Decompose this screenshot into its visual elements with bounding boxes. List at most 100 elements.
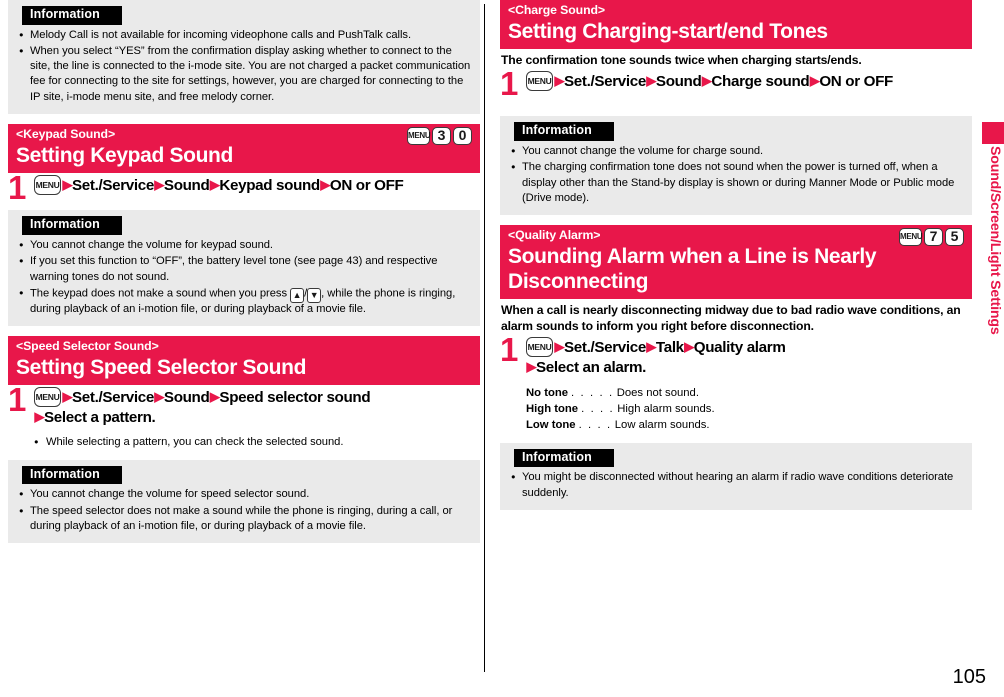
arrow-icon: ▶: [320, 177, 330, 193]
step-item: Charge sound: [711, 73, 810, 91]
info-box-keypad-sound: Information You cannot change the volume…: [8, 210, 480, 326]
step-number: 1: [500, 331, 519, 369]
info-title: Information: [22, 6, 122, 25]
section-lead-text: The confirmation tone sounds twice when …: [501, 53, 862, 68]
option-description: High alarm sounds.: [617, 402, 715, 415]
arrow-icon: ▶: [554, 339, 565, 355]
option-term: High tone: [526, 402, 579, 415]
up-arrow-key-icon: ▲: [290, 287, 305, 303]
step-number: 1: [500, 65, 519, 103]
info-box-charge-sound: Information You cannot change the volume…: [500, 116, 972, 216]
menu-key-icon: MENU: [526, 71, 553, 92]
step-item: Set./Service: [72, 389, 154, 407]
number-key-icon: 7: [924, 228, 943, 247]
arrow-icon: ▶: [62, 389, 73, 405]
number-key-icon: 0: [453, 127, 472, 146]
section-header-quality-alarm: <Quality Alarm> Sounding Alarm when a Li…: [500, 225, 972, 299]
step-speed-selector-sound: 1 MENU ▶Set./Service▶Sound▶Speed selector…: [8, 383, 480, 427]
info-bullet-list: You might be disconnected without hearin…: [508, 470, 964, 501]
sidebar-accent-bar: [982, 122, 1004, 144]
info-bullet: You might be disconnected without hearin…: [511, 470, 964, 501]
step-keypad-sound: 1 MENU ▶Set./Service▶Sound▶Keypad sound▶O…: [8, 171, 480, 204]
info-bullet: If you set this function to “OFF”, the b…: [19, 254, 472, 285]
arrow-icon: ▶: [154, 389, 164, 405]
option-term: No tone: [526, 386, 569, 399]
info-bullet: You cannot change the volume for keypad …: [19, 238, 472, 253]
step-number: 1: [8, 381, 27, 419]
alarm-options-list: No tone. . . . . Does not sound. High ton…: [526, 385, 972, 433]
step-item: Talk: [655, 339, 684, 357]
section-title: Setting Keypad Sound: [16, 144, 234, 168]
info-box-melody-call: Information Melody Call is not available…: [8, 0, 480, 115]
arrow-icon: ▶: [684, 339, 694, 355]
menu-key-icon: MENU: [34, 175, 61, 196]
menu-key-icon: MENU: [34, 387, 61, 408]
arrow-icon: ▶: [154, 177, 164, 193]
arrow-icon: ▶: [554, 73, 565, 89]
step-item: Speed selector sound: [219, 389, 371, 407]
info-bullet: When you select “YES” from the confirmat…: [19, 44, 472, 105]
section-lead-text: When a call is nearly disconnecting midw…: [501, 302, 961, 333]
section-title: Sounding Alarm when a Line is Nearly Dis…: [508, 245, 877, 293]
option-description: Does not sound.: [616, 386, 699, 399]
bullet-text-part1: The keypad does not make a sound when yo…: [30, 287, 291, 300]
step-item: ON or OFF: [819, 73, 893, 91]
shortcut-keys: MENU 7 5: [899, 228, 964, 247]
page-number: 105: [952, 666, 986, 688]
step-body: MENU ▶Set./Service▶Talk▶Quality alarm ▶Sel…: [526, 337, 972, 377]
step-item: ON or OFF: [329, 177, 404, 195]
column-divider: [484, 4, 485, 672]
arrow-icon: ▶: [809, 73, 820, 89]
step-subnote: While selecting a pattern, you can check…: [34, 435, 480, 450]
step-number: 1: [8, 169, 27, 207]
step-item: Sound: [163, 177, 210, 195]
step-body: MENU ▶Set./Service▶Sound▶Keypad sound▶ON …: [34, 175, 480, 196]
section-title: Setting Charging-start/end Tones: [508, 19, 828, 43]
down-arrow-key-icon: ▼: [307, 287, 322, 303]
number-key-icon: 3: [432, 127, 451, 146]
info-bullet-list: You cannot change the volume for keypad …: [16, 238, 472, 317]
step-item: Set./Service: [564, 339, 646, 357]
info-title: Information: [22, 216, 122, 235]
arrow-icon: ▶: [646, 339, 656, 355]
info-title: Information: [514, 122, 614, 142]
section-header-charge-sound: <Charge Sound> Setting Charging-start/en…: [500, 0, 972, 50]
section-subtitle: <Charge Sound>: [508, 3, 605, 17]
arrow-icon: ▶: [209, 389, 220, 405]
info-bullet-list: Melody Call is not available for incomin…: [16, 28, 472, 105]
step-item: Keypad sound: [219, 177, 320, 195]
right-column: <Charge Sound> Setting Charging-start/en…: [500, 0, 972, 520]
arrow-icon: ▶: [34, 409, 45, 425]
info-title: Information: [514, 448, 614, 468]
info-box-quality-alarm: Information You might be disconnected wi…: [500, 442, 972, 510]
info-box-speed-selector: Information You cannot change the volume…: [8, 459, 480, 544]
section-header-speed-selector-sound: <Speed Selector Sound> Setting Speed Sel…: [8, 335, 480, 386]
left-column: Information Melody Call is not available…: [8, 0, 480, 553]
step-item: Quality alarm: [693, 339, 786, 357]
alarm-option-row: High tone. . . . High alarm sounds.: [526, 401, 972, 417]
option-leader: . . . . .: [571, 386, 614, 399]
info-bullet: You cannot change the volume for speed s…: [19, 487, 472, 502]
option-leader: . . . .: [581, 402, 615, 415]
step-item: Sound: [655, 73, 702, 91]
step-body: MENU ▶Set./Service▶Sound▶Speed selector s…: [34, 387, 480, 427]
arrow-icon: ▶: [62, 177, 73, 193]
step-item: Set./Service: [72, 177, 154, 195]
info-bullet: Melody Call is not available for incomin…: [19, 28, 472, 43]
info-bullet: The speed selector does not make a sound…: [19, 504, 472, 535]
option-description: Low alarm sounds.: [614, 418, 710, 431]
info-bullet-list: You cannot change the volume for speed s…: [16, 487, 472, 534]
info-bullet: You cannot change the volume for charge …: [511, 144, 964, 159]
section-subtitle: <Keypad Sound>: [16, 127, 116, 142]
menu-key-icon: MENU: [407, 127, 431, 146]
arrow-icon: ▶: [526, 359, 537, 375]
sidebar-chapter-label: Sound/Screen/Light Settings: [987, 146, 1003, 335]
shortcut-keys: MENU 3 0: [407, 127, 472, 146]
step-charge-sound: 1 MENU ▶Set./Service▶Sound▶Charge sound▶O…: [500, 67, 972, 100]
step-body: MENU ▶Set./Service▶Sound▶Charge sound▶ON …: [526, 71, 972, 92]
step-line2: Select an alarm.: [536, 359, 647, 377]
chapter-sidebar: Sound/Screen/Light Settings: [982, 0, 1004, 697]
alarm-option-row: Low tone. . . . Low alarm sounds.: [526, 417, 972, 433]
step-line2: Select a pattern.: [44, 409, 156, 427]
step-item: Sound: [163, 389, 210, 407]
